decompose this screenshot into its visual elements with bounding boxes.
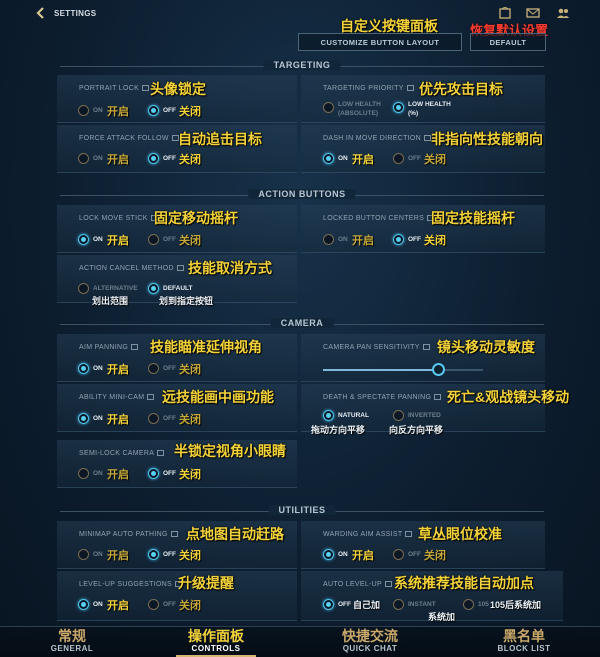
annotation-dash-direction: 非指向性技能朝向 bbox=[431, 131, 543, 147]
tab-block-list[interactable]: 黑名单 BLOCK LIST bbox=[464, 626, 584, 657]
tab-controls-en: CONTROLS bbox=[191, 644, 241, 653]
annotation-aim-panning: 技能瞄准延伸视角 bbox=[150, 339, 262, 355]
section-action-buttons: ACTION BUTTONS bbox=[60, 188, 544, 202]
annotation-auto-levelup: 系统推荐技能自动加点 bbox=[394, 575, 534, 591]
auto-levelup-instant-radio[interactable] bbox=[393, 599, 404, 610]
lock-move-stick-on-radio[interactable] bbox=[78, 234, 89, 245]
action-cancel-alternative-radio[interactable] bbox=[78, 283, 89, 294]
locked-centers-on-radio[interactable] bbox=[323, 234, 334, 245]
info-icon[interactable] bbox=[434, 394, 442, 400]
death-spectate-inverted-radio[interactable] bbox=[393, 410, 404, 421]
lock-move-stick-off-radio[interactable] bbox=[148, 234, 159, 245]
semi-lock-off-radio[interactable] bbox=[148, 468, 159, 479]
auto-levelup-off-radio[interactable] bbox=[323, 599, 334, 610]
annotation-camera-pan: 镜头移动灵敏度 bbox=[437, 339, 535, 355]
camera-pan-slider-handle[interactable] bbox=[432, 363, 446, 376]
section-camera: CAMERA bbox=[60, 317, 544, 331]
death-spectate-natural-radio[interactable] bbox=[323, 410, 334, 421]
tab-controls-cn: 操作面板 bbox=[188, 628, 244, 644]
info-icon[interactable] bbox=[142, 85, 150, 91]
tab-block-list-cn: 黑名单 bbox=[503, 628, 545, 644]
minimap-pathing-off-radio[interactable] bbox=[148, 549, 159, 560]
page-title: SETTINGS bbox=[54, 9, 97, 18]
portrait-lock-off-radio[interactable] bbox=[148, 105, 159, 116]
tab-general-cn: 常规 bbox=[58, 628, 86, 644]
levelup-suggestions-off-radio[interactable] bbox=[148, 599, 159, 610]
info-icon[interactable] bbox=[385, 581, 393, 587]
card-levelup-suggestions: LEVEL-UP SUGGESTIONS ON 开启 OFF 关闭 bbox=[57, 571, 297, 621]
force-attack-on-radio[interactable] bbox=[78, 153, 89, 164]
info-icon[interactable] bbox=[157, 450, 165, 456]
tab-quick-chat-en: QUICK CHAT bbox=[342, 644, 398, 653]
dash-direction-off-radio[interactable] bbox=[393, 153, 404, 164]
action-cancel-default-radio[interactable] bbox=[148, 283, 159, 294]
annotation-action-cancel: 技能取消方式 bbox=[188, 260, 272, 276]
default-button[interactable]: DEFAULT bbox=[470, 33, 546, 51]
portrait-lock-on-radio[interactable] bbox=[78, 105, 89, 116]
info-icon[interactable] bbox=[406, 85, 414, 91]
locked-centers-off-radio[interactable] bbox=[393, 234, 404, 245]
annotation-force-attack: 自动追击目标 bbox=[178, 131, 262, 147]
info-icon[interactable] bbox=[176, 265, 184, 271]
annotation-ability-minicam: 远技能画中画功能 bbox=[162, 389, 274, 405]
tab-general-en: GENERAL bbox=[50, 644, 94, 653]
auto-levelup-105-radio[interactable] bbox=[463, 599, 474, 610]
minimap-pathing-on-radio[interactable] bbox=[78, 549, 89, 560]
low-health-percent-radio[interactable] bbox=[393, 102, 404, 113]
mail-icon[interactable] bbox=[526, 6, 540, 20]
annotation-locked-centers: 固定技能摇杆 bbox=[431, 210, 515, 226]
tab-quick-chat-cn: 快捷交流 bbox=[342, 628, 398, 644]
tab-controls[interactable]: 操作面板 CONTROLS bbox=[156, 626, 276, 657]
tab-general[interactable]: 常规 GENERAL bbox=[12, 626, 132, 657]
camera-pan-slider-fill bbox=[323, 369, 439, 371]
annotation-minimap-pathing: 点地图自动赶路 bbox=[186, 526, 284, 542]
annotation-semi-lock: 半锁定视角小眼睛 bbox=[174, 443, 286, 459]
customize-button-layout-button[interactable]: CUSTOMIZE BUTTON LAYOUT bbox=[298, 33, 462, 51]
annotation-levelup-suggestions: 升级提醒 bbox=[178, 575, 234, 591]
ability-minicam-off-radio[interactable] bbox=[148, 413, 159, 424]
friends-icon[interactable] bbox=[556, 6, 570, 20]
force-attack-off-radio[interactable] bbox=[148, 153, 159, 164]
annotation-warding-assist: 草丛眼位校准 bbox=[418, 526, 502, 542]
low-health-absolute-radio[interactable] bbox=[323, 102, 334, 113]
semi-lock-on-radio[interactable] bbox=[78, 468, 89, 479]
warding-assist-off-radio[interactable] bbox=[393, 549, 404, 560]
annotation-portrait-lock: 头像锁定 bbox=[150, 81, 206, 97]
aim-panning-on-radio[interactable] bbox=[78, 363, 89, 374]
section-utilities: UTILITIES bbox=[60, 504, 544, 518]
back-chevron-icon[interactable] bbox=[34, 6, 48, 20]
warding-assist-on-radio[interactable] bbox=[323, 549, 334, 560]
section-targeting: TARGETING bbox=[60, 59, 544, 73]
shop-icon[interactable] bbox=[498, 6, 512, 20]
annotation-targeting-priority: 优先攻击目标 bbox=[419, 81, 503, 97]
annotation-death-spectate: 死亡&观战镜头移动 bbox=[447, 389, 570, 405]
tab-block-list-en: BLOCK LIST bbox=[497, 644, 551, 653]
info-icon[interactable] bbox=[170, 531, 178, 537]
annotation-lock-move-stick: 固定移动摇杆 bbox=[154, 210, 238, 226]
aim-panning-off-radio[interactable] bbox=[148, 363, 159, 374]
tab-quick-chat[interactable]: 快捷交流 QUICK CHAT bbox=[310, 626, 430, 657]
ability-minicam-on-radio[interactable] bbox=[78, 413, 89, 424]
levelup-suggestions-on-radio[interactable] bbox=[78, 599, 89, 610]
dash-direction-on-radio[interactable] bbox=[323, 153, 334, 164]
info-icon[interactable] bbox=[422, 344, 430, 350]
info-icon[interactable] bbox=[147, 394, 155, 400]
info-icon[interactable] bbox=[405, 531, 413, 537]
info-icon[interactable] bbox=[131, 344, 139, 350]
info-icon[interactable] bbox=[424, 135, 431, 141]
